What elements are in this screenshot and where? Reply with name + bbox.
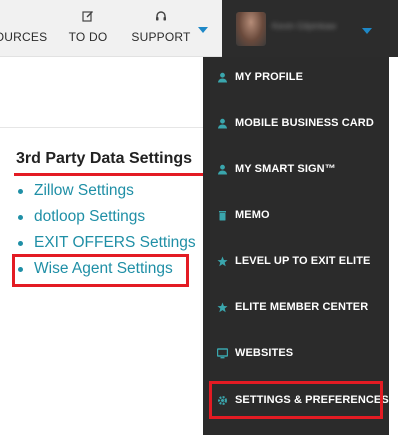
edit-icon — [82, 11, 93, 22]
nav-resources-label: OURCES — [0, 30, 48, 44]
bullet — [18, 215, 23, 220]
menu-item-label: WEBSITES — [235, 347, 294, 359]
settings-preferences-highlight-box — [209, 381, 383, 419]
dotloop-settings-link[interactable]: dotloop Settings — [18, 206, 196, 232]
user-dropdown-menu: MY PROFILE MOBILE BUSINESS CARD MY SMART… — [203, 57, 389, 435]
nav-resources[interactable]: OURCES — [0, 0, 47, 57]
menu-item-websites[interactable]: WEBSITES — [203, 333, 389, 373]
user-icon — [218, 164, 227, 174]
menu-item-label: ELITE MEMBER CENTER — [235, 301, 369, 313]
nav-todo[interactable]: TO DO — [60, 0, 116, 57]
user-icon — [218, 72, 227, 82]
menu-item-label: MY PROFILE — [235, 71, 304, 83]
star-icon — [217, 302, 228, 312]
menu-item-my-smart-sign[interactable]: MY SMART SIGN™ — [203, 149, 389, 189]
menu-item-label: MEMO — [235, 209, 270, 221]
trash-icon — [219, 210, 226, 220]
star-icon — [217, 256, 228, 266]
bullet — [18, 189, 23, 194]
bullet — [18, 241, 23, 246]
headset-icon — [156, 11, 166, 21]
user-name: Kevin Gilpinkaw — [272, 21, 337, 31]
nav-support[interactable]: SUPPORT — [128, 0, 194, 57]
chevron-down-icon[interactable] — [198, 27, 208, 33]
zillow-settings-link[interactable]: Zillow Settings — [18, 180, 196, 206]
settings-link-label: EXIT OFFERS Settings — [34, 234, 196, 251]
user-menu-toggle[interactable]: Kevin Gilpinkaw — [222, 0, 398, 57]
menu-item-level-up-exit-elite[interactable]: LEVEL UP TO EXIT ELITE — [203, 241, 389, 281]
chevron-down-icon[interactable] — [362, 28, 372, 34]
settings-link-label: dotloop Settings — [34, 208, 146, 225]
title-highlight-underline — [14, 173, 209, 176]
menu-item-memo[interactable]: MEMO — [203, 195, 389, 235]
section-title: 3rd Party Data Settings — [16, 150, 193, 167]
menu-item-my-profile[interactable]: MY PROFILE — [203, 57, 389, 97]
menu-item-label: MOBILE BUSINESS CARD — [235, 117, 374, 129]
monitor-icon — [217, 347, 228, 358]
avatar[interactable] — [236, 12, 266, 46]
nav-todo-label: TO DO — [68, 30, 108, 44]
settings-link-label: Zillow Settings — [34, 182, 134, 199]
wise-agent-highlight-box — [12, 254, 189, 287]
user-icon — [218, 118, 227, 128]
menu-item-elite-member-center[interactable]: ELITE MEMBER CENTER — [203, 287, 389, 327]
menu-item-mobile-business-card[interactable]: MOBILE BUSINESS CARD — [203, 103, 389, 143]
divider — [0, 127, 205, 128]
menu-item-label: MY SMART SIGN™ — [235, 163, 336, 175]
menu-item-label: LEVEL UP TO EXIT ELITE — [235, 255, 371, 267]
nav-support-label: SUPPORT — [131, 30, 191, 44]
